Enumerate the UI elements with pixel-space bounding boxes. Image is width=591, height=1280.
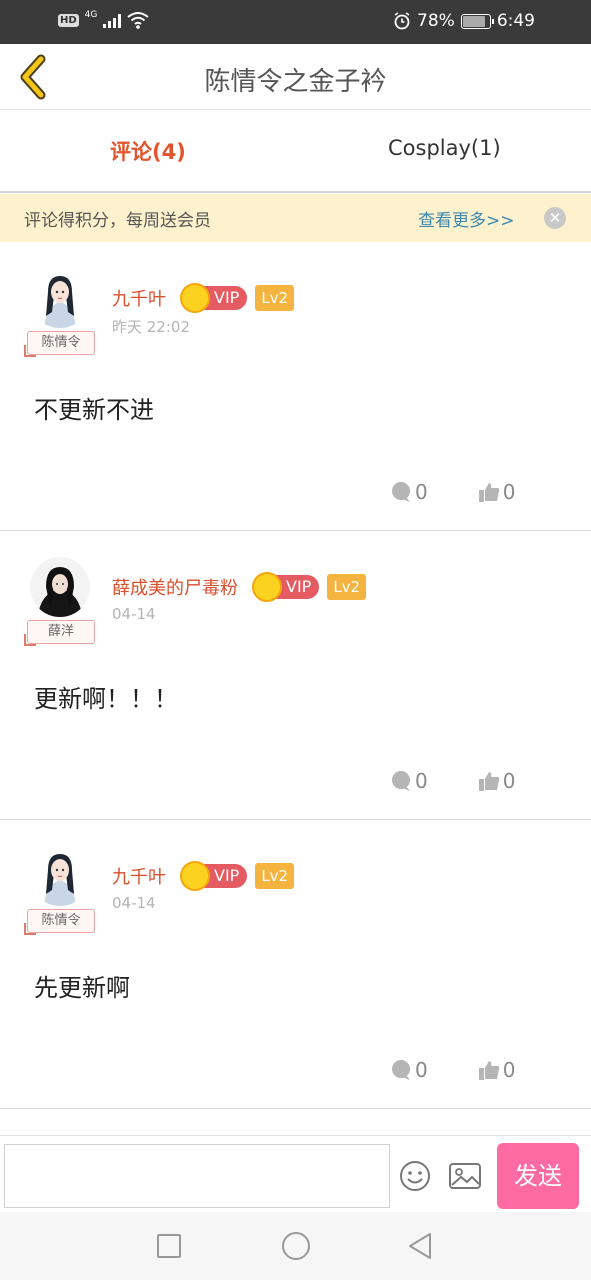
system-nav-bar — [0, 1212, 591, 1280]
alarm-icon — [394, 12, 410, 30]
home-icon[interactable] — [282, 1232, 310, 1260]
image-icon[interactable] — [448, 1162, 482, 1190]
comment-body: 先更新啊 — [34, 974, 130, 1002]
comment-item: 陈情令 九千叶 VIP Lv2 昨天 22:02 不更新不进 0 0 — [0, 242, 591, 531]
crown-icon — [180, 861, 210, 891]
vip-label: VIP — [286, 577, 312, 596]
tab-comments[interactable]: 评论(4) — [110, 136, 186, 166]
notice-banner: 评论得积分，每周送会员 查看更多>> ✕ — [0, 194, 591, 242]
status-right: 78% 6:49 — [393, 11, 535, 31]
user-tag: 陈情令 — [24, 909, 95, 935]
page-title: 陈情令之金子衿 — [204, 67, 387, 97]
like-button[interactable]: 0 — [478, 1058, 516, 1082]
like-button[interactable]: 0 — [478, 480, 516, 504]
comment-item: 薛洋 薛成美的尸毒粉 VIP Lv2 04-14 更新啊！！！ 0 0 — [0, 531, 591, 820]
thumbs-up-icon — [478, 483, 500, 502]
thumbs-up-icon — [478, 1061, 500, 1080]
like-button[interactable]: 0 — [478, 769, 516, 793]
user-tag: 陈情令 — [24, 331, 95, 357]
avatar[interactable] — [30, 268, 90, 328]
battery-icon — [460, 13, 494, 29]
reply-button[interactable]: 0 — [390, 480, 428, 504]
battery-percent: 78% — [417, 11, 455, 31]
comment-body: 更新啊！！！ — [34, 685, 178, 713]
comment-item: 陈情令 九千叶 VIP Lv2 04-14 先更新啊 0 0 — [0, 820, 591, 1109]
tab-cosplay[interactable]: Cosplay(1) — [388, 136, 501, 160]
comment-body: 不更新不进 — [34, 396, 154, 424]
comment-actions: 0 0 — [390, 1055, 515, 1085]
app-header: 陈情令之金子衿 — [0, 44, 591, 110]
avatar[interactable] — [30, 557, 90, 617]
reply-button[interactable]: 0 — [390, 1058, 428, 1082]
back-icon[interactable] — [407, 1232, 433, 1260]
notice-more-link[interactable]: 查看更多>> — [418, 206, 515, 231]
level-badge: Lv2 — [327, 574, 367, 600]
comment-actions: 0 0 — [390, 766, 515, 796]
vip-badge: VIP — [180, 861, 248, 891]
user-info: 薛成美的尸毒粉 VIP Lv2 — [112, 572, 367, 602]
user-tag: 薛洋 — [24, 620, 95, 646]
comment-icon — [392, 1060, 410, 1080]
reply-count: 0 — [415, 1058, 428, 1082]
vip-badge: VIP — [252, 572, 320, 602]
avatar[interactable] — [30, 846, 90, 906]
crown-icon — [252, 572, 282, 602]
vip-label: VIP — [214, 866, 240, 885]
battery-level — [462, 15, 485, 27]
close-icon[interactable]: ✕ — [544, 207, 566, 229]
tab-bar: 评论(4) Cosplay(1) — [0, 111, 591, 193]
signal-icon — [103, 12, 122, 28]
user-info: 九千叶 VIP Lv2 — [112, 861, 295, 891]
clock: 6:49 — [496, 11, 535, 31]
wifi-icon — [127, 12, 149, 29]
thumbs-up-icon — [478, 772, 500, 791]
level-badge: Lv2 — [255, 285, 295, 311]
comment-time: 04-14 — [112, 605, 156, 623]
reply-button[interactable]: 0 — [390, 769, 428, 793]
status-bar: HD 4G 78% 6:49 — [0, 0, 591, 44]
like-count: 0 — [502, 1058, 516, 1082]
comment-icon — [392, 482, 410, 502]
crown-icon — [180, 283, 210, 313]
emoji-icon[interactable] — [399, 1160, 431, 1192]
send-button[interactable]: 发送 — [497, 1143, 579, 1209]
comment-input[interactable] — [4, 1144, 390, 1208]
vip-badge: VIP — [180, 283, 248, 313]
comment-icon — [392, 771, 410, 791]
level-badge: Lv2 — [255, 863, 295, 889]
reply-count: 0 — [415, 769, 428, 793]
comment-input-bar: 发送 — [0, 1135, 591, 1212]
username[interactable]: 九千叶 — [112, 285, 166, 311]
comment-time: 昨天 22:02 — [112, 318, 190, 336]
comment-actions: 0 0 — [390, 477, 515, 507]
comment-time: 04-14 — [112, 894, 156, 912]
username[interactable]: 薛成美的尸毒粉 — [112, 574, 238, 600]
status-left: HD 4G — [58, 10, 149, 29]
network-type: 4G — [84, 10, 98, 20]
hd-badge: HD — [58, 13, 79, 27]
reply-count: 0 — [415, 480, 428, 504]
username[interactable]: 九千叶 — [112, 863, 166, 889]
like-count: 0 — [502, 769, 516, 793]
notice-text: 评论得积分，每周送会员 — [24, 211, 211, 231]
like-count: 0 — [502, 480, 516, 504]
user-info: 九千叶 VIP Lv2 — [112, 283, 295, 313]
comments-screen: HD 4G 78% 6:49 陈情令之金子衿 评论(4) Cosplay(1) … — [0, 0, 591, 1280]
recent-apps-icon[interactable] — [157, 1234, 181, 1258]
vip-label: VIP — [214, 288, 240, 307]
